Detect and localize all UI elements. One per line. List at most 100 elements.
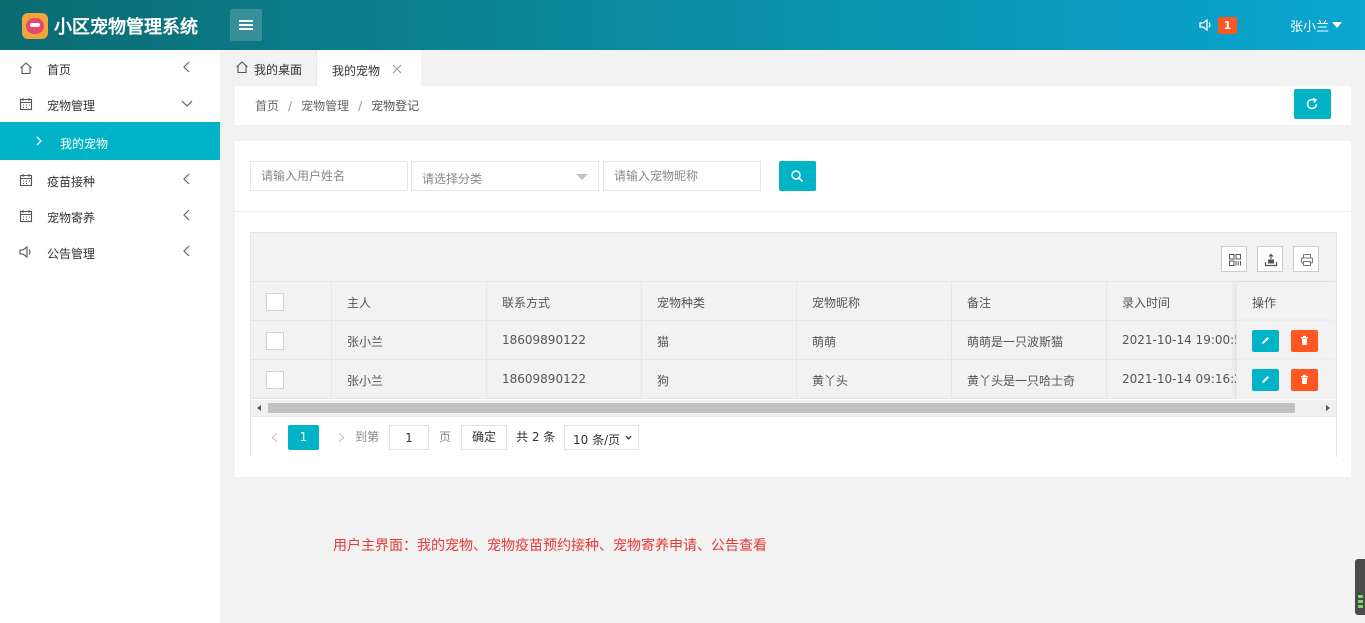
table-header: 主人 联系方式 宠物种类 宠物昵称 备注 录入时间 操作 (251, 282, 1336, 321)
search-icon (791, 170, 804, 183)
table-cell: 黄丫头 (797, 360, 952, 399)
tab-label: 我的桌面 (254, 63, 303, 77)
delete-button[interactable] (1291, 369, 1318, 391)
category-select-placeholder: 请选择分类 (422, 172, 483, 186)
page-size-select[interactable]: 10 条/页 (564, 425, 639, 450)
caret-down-icon (576, 174, 588, 180)
scroll-right-icon[interactable] (1326, 405, 1330, 411)
cell-owner: 张小兰 (347, 374, 384, 388)
total-count: 共 2 条 (516, 430, 556, 444)
side-widget[interactable] (1355, 559, 1365, 615)
row-checkbox[interactable] (266, 371, 284, 389)
sidebar-item-pet-boarding[interactable]: 宠物寄养 (0, 198, 220, 234)
search-button[interactable] (779, 161, 816, 191)
breadcrumb-current: 宠物登记 (371, 99, 420, 113)
column-header[interactable]: 宠物种类 (642, 282, 797, 321)
cell-owner: 张小兰 (347, 335, 384, 349)
cell-pet-type: 狗 (657, 374, 670, 388)
tab-my-desktop[interactable]: 我的桌面 (230, 50, 317, 86)
sidebar-item-label: 疫苗接种 (47, 175, 96, 189)
hamburger-icon (239, 24, 253, 26)
page-current[interactable]: 1 (288, 425, 319, 450)
sidebar-item-label: 首页 (47, 63, 72, 77)
table-cell: 张小兰 (332, 360, 487, 399)
column-header[interactable]: 宠物昵称 (797, 282, 952, 321)
column-header-label: 主人 (347, 296, 372, 310)
sidebar-subitem-my-pets[interactable]: 我的宠物 (0, 122, 220, 160)
home-icon (236, 61, 248, 74)
refresh-icon (1306, 97, 1318, 110)
pet-logo-icon (22, 13, 48, 39)
chevron-left-icon[interactable] (267, 425, 283, 450)
home-icon (20, 62, 32, 75)
table-row[interactable]: 张小兰 18609890122 猫 萌萌 萌萌是一只波斯猫 2021-10-14… (251, 321, 1336, 360)
goto-label: 到第 (355, 430, 380, 444)
chevron-left-icon (183, 245, 190, 257)
breadcrumb-item[interactable]: 宠物管理 (301, 99, 349, 113)
close-icon[interactable] (391, 63, 403, 75)
page-number-input[interactable] (389, 425, 429, 450)
confirm-page-button[interactable]: 确定 (461, 425, 507, 450)
sidebar-item-label: 宠物管理 (47, 99, 96, 113)
scroll-left-icon[interactable] (257, 405, 261, 411)
horizontal-scrollbar[interactable] (251, 400, 1336, 416)
cell-pet-type: 猫 (657, 335, 670, 349)
delete-button[interactable] (1291, 330, 1318, 352)
notice-badge[interactable]: 1 (1218, 17, 1237, 34)
sidebar-subitem-label: 我的宠物 (60, 137, 109, 151)
cell-phone: 18609890122 (502, 333, 586, 347)
breadcrumb-item[interactable]: 首页 (255, 99, 279, 113)
tab-label: 我的宠物 (332, 64, 381, 78)
cell-note: 黄丫头是一只哈士奇 (967, 374, 1076, 388)
column-header[interactable]: 联系方式 (487, 282, 642, 321)
app-logo[interactable]: 小区宠物管理系统 (22, 12, 198, 40)
trash-icon (1301, 335, 1308, 345)
select-all-checkbox[interactable] (266, 293, 284, 311)
refresh-button[interactable] (1294, 89, 1331, 119)
table-row[interactable]: 张小兰 18609890122 狗 黄丫头 黄丫头是一只哈士奇 2021-10-… (251, 360, 1336, 399)
column-header[interactable]: 主人 (332, 282, 487, 321)
category-select[interactable]: 请选择分类 (411, 161, 599, 191)
table-cell: 18609890122 (487, 321, 642, 360)
divider (235, 211, 1351, 212)
page-label: 页 (439, 430, 452, 444)
chevron-right-icon (36, 136, 42, 146)
print-button[interactable] (1293, 246, 1319, 272)
pagination: 1 到第 页 确定 共 2 条 10 条/页 (251, 416, 1336, 457)
tab-my-pets[interactable]: 我的宠物 (317, 50, 421, 86)
column-header[interactable]: 备注 (952, 282, 1107, 321)
chevron-left-icon (183, 173, 190, 185)
caret-down-icon[interactable] (1332, 22, 1342, 28)
pet-nickname-input[interactable] (603, 161, 761, 191)
speaker-icon[interactable] (1199, 18, 1213, 32)
tab-bar: 我的桌面 我的宠物 (220, 50, 1365, 86)
export-button[interactable] (1257, 246, 1283, 272)
chevron-right-icon[interactable] (333, 425, 349, 450)
table-cell: 18609890122 (487, 360, 642, 399)
owner-name-input[interactable] (250, 161, 408, 191)
menu-toggle-button[interactable] (230, 9, 262, 41)
top-header: 小区宠物管理系统 1 张小兰 (0, 0, 1365, 50)
cell-note: 萌萌是一只波斯猫 (967, 335, 1064, 349)
grid-icon (1229, 254, 1241, 266)
column-header-label: 联系方式 (502, 296, 551, 310)
sidebar-item-home[interactable]: 首页 (0, 50, 220, 86)
table-cell: 黄丫头是一只哈士奇 (952, 360, 1107, 399)
edit-button[interactable] (1252, 369, 1279, 391)
chevron-left-icon (183, 61, 190, 73)
sidebar-item-announcements[interactable]: 公告管理 (0, 234, 220, 270)
row-checkbox[interactable] (266, 332, 284, 350)
column-filter-button[interactable] (1221, 246, 1247, 272)
scrollbar-thumb[interactable] (268, 403, 1295, 413)
pet-table: 主人 联系方式 宠物种类 宠物昵称 备注 录入时间 操作 张小兰 1860989… (250, 232, 1337, 457)
table-toolbar (251, 233, 1336, 282)
chevron-down-icon (181, 100, 193, 107)
calendar-icon (19, 98, 33, 111)
sidebar-item-label: 宠物寄养 (47, 211, 96, 225)
table-cell: 萌萌 (797, 321, 952, 360)
user-menu[interactable]: 张小兰 (1290, 16, 1329, 35)
sidebar-item-vaccination[interactable]: 疫苗接种 (0, 162, 220, 198)
speaker-icon (19, 245, 31, 259)
edit-button[interactable] (1252, 330, 1279, 352)
sidebar-item-pet-management[interactable]: 宠物管理 (0, 86, 220, 122)
